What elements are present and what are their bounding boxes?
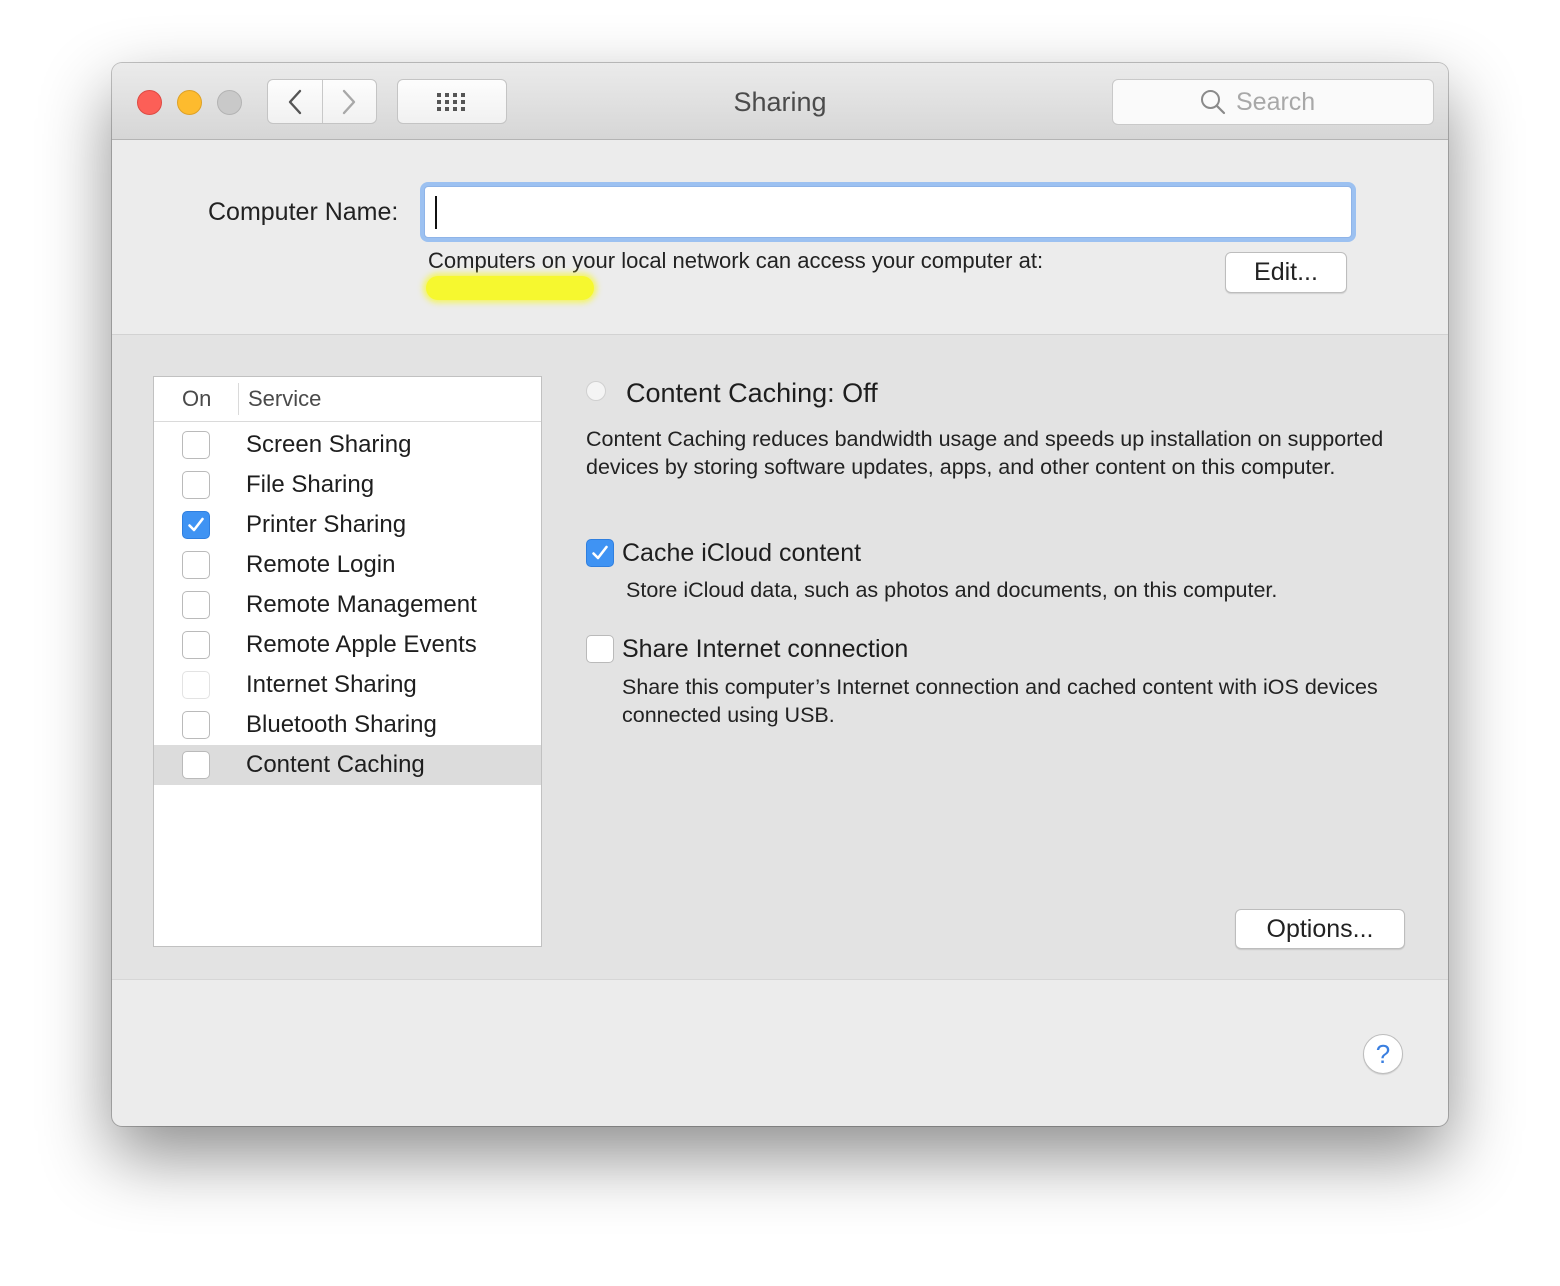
service-checkbox[interactable] (182, 631, 210, 659)
search-input[interactable] (1236, 87, 1346, 117)
column-divider (238, 383, 239, 415)
checkmark-icon (592, 545, 608, 560)
service-description: Content Caching reduces bandwidth usage … (586, 427, 1384, 479)
service-checkbox[interactable] (182, 471, 210, 499)
cache-icloud-description: Store iCloud data, such as photos and do… (626, 578, 1278, 602)
service-checkbox[interactable] (182, 591, 210, 619)
service-checkbox[interactable] (182, 751, 210, 779)
computer-name-input[interactable] (424, 186, 1352, 238)
service-label: Printer Sharing (246, 511, 407, 538)
service-label: Content Caching (246, 751, 425, 778)
network-access-text: Computers on your local network can acce… (428, 248, 1044, 273)
cache-icloud-checkbox[interactable] (586, 539, 614, 567)
service-label: Remote Management (246, 591, 477, 618)
service-row[interactable]: Internet Sharing (154, 665, 541, 705)
search-field[interactable] (1112, 79, 1434, 125)
title-bar: Sharing (112, 63, 1448, 140)
column-header-on[interactable]: On (182, 386, 211, 412)
help-button[interactable]: ? (1363, 1034, 1403, 1074)
service-checkbox[interactable] (182, 551, 210, 579)
service-label: Internet Sharing (246, 671, 417, 698)
service-row[interactable]: Screen Sharing (154, 425, 541, 465)
text-cursor (435, 196, 437, 229)
service-list: On Service Screen Sharing File Sharing Pri… (153, 376, 542, 947)
service-row[interactable]: File Sharing (154, 465, 541, 505)
service-row[interactable]: Printer Sharing (154, 505, 541, 545)
service-row[interactable]: Remote Apple Events (154, 625, 541, 665)
service-checkbox[interactable] (182, 711, 210, 739)
service-label: Remote Apple Events (246, 631, 477, 658)
service-checkbox[interactable] (182, 431, 210, 459)
service-row[interactable]: Content Caching (154, 745, 541, 785)
share-internet-checkbox[interactable] (586, 635, 614, 663)
service-row[interactable]: Remote Management (154, 585, 541, 625)
checkmark-icon (188, 517, 204, 532)
share-internet-label[interactable]: Share Internet connection (622, 635, 908, 664)
service-label: File Sharing (246, 471, 375, 498)
service-label: Remote Login (246, 551, 396, 578)
status-indicator (586, 381, 606, 401)
edit-button[interactable]: Edit... (1225, 252, 1347, 293)
options-button[interactable]: Options... (1235, 909, 1405, 949)
service-checkbox (182, 671, 210, 699)
computer-name-label: Computer Name: (208, 198, 399, 226)
service-label: Bluetooth Sharing (246, 711, 437, 738)
column-header-service[interactable]: Service (248, 386, 321, 412)
service-row[interactable]: Bluetooth Sharing (154, 705, 541, 745)
service-status-title: Content Caching: Off (626, 378, 878, 408)
service-list-header: On Service (154, 377, 541, 422)
service-row[interactable]: Remote Login (154, 545, 541, 585)
service-label: Screen Sharing (246, 431, 412, 458)
service-checkbox[interactable] (182, 511, 210, 539)
redacted-hostname (426, 276, 594, 300)
share-internet-description: Share this computer’s Internet connectio… (622, 675, 1378, 727)
cache-icloud-label[interactable]: Cache iCloud content (622, 539, 861, 568)
sharing-window: Sharing Computer Name: Computers on your… (112, 63, 1448, 1126)
search-icon (1201, 90, 1226, 115)
